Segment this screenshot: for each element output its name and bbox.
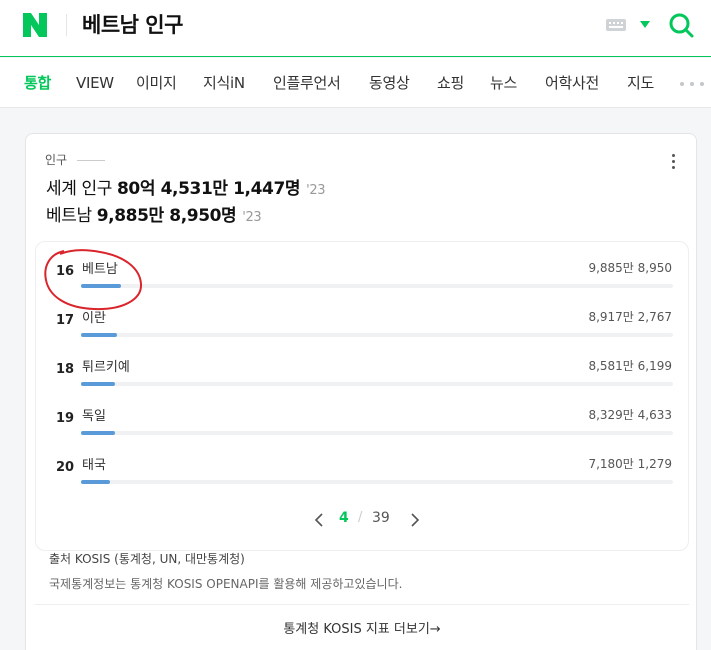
- pagination-total: 39: [372, 510, 390, 526]
- rank-bar-track: [81, 431, 673, 435]
- footer-divider: [35, 604, 689, 605]
- keyboard-icon[interactable]: [606, 19, 626, 31]
- rank-bar-track: [81, 382, 673, 386]
- kosis-more-link[interactable]: 통계청 KOSIS 지표 더보기→: [26, 620, 698, 640]
- ranking-row[interactable]: 17 이란 8,917만 2,767: [36, 297, 688, 346]
- world-population-prefix: 세계 인구: [46, 179, 112, 199]
- country-population-line: 베트남 9,885만 8,950명 '23: [46, 204, 262, 230]
- rank-number: 17: [56, 313, 75, 328]
- ranking-list: 16 베트남 9,885만 8,950 17 이란 8,917만 2,767 1…: [35, 241, 689, 551]
- ranking-row[interactable]: 20 태국 7,180만 1,279: [36, 444, 688, 493]
- kosis-more-label: 통계청 KOSIS 지표 더보기: [283, 622, 430, 637]
- rank-number: 19: [56, 411, 75, 426]
- rank-bar-fill: [81, 333, 117, 337]
- rank-country: 베트남: [82, 262, 118, 277]
- arrow-right-icon: →: [429, 622, 441, 637]
- search-header: 베트남 인구: [0, 0, 711, 57]
- rank-country: 튀르키예: [82, 360, 130, 375]
- source-note: 국제통계정보는 통계청 KOSIS OPENAPI를 활용해 제공하고있습니다.: [49, 577, 403, 591]
- chevron-right-icon[interactable]: [409, 512, 421, 528]
- tab-video[interactable]: 동영상: [369, 72, 410, 94]
- card-label: 인구: [45, 153, 68, 167]
- ranking-row[interactable]: 16 베트남 9,885만 8,950: [36, 248, 688, 311]
- rank-bar-fill: [81, 284, 121, 288]
- kebab-menu-icon[interactable]: [672, 154, 676, 170]
- rank-country: 이란: [82, 311, 106, 326]
- tab-dictionary[interactable]: 어학사전: [545, 72, 599, 94]
- world-population-value: 80억 4,531만 1,447명: [116, 179, 301, 199]
- caret-down-icon[interactable]: [640, 21, 650, 28]
- rank-value: 8,329만 4,633: [588, 408, 672, 422]
- pagination-separator: /: [358, 510, 363, 525]
- world-population-year: '23: [306, 183, 326, 198]
- card-label-line: [77, 160, 105, 161]
- rank-bar-track: [81, 480, 673, 484]
- search-tabs: 통합 VIEW 이미지 지식iN 인플루언서 동영상 쇼핑 뉴스 어학사전 지도: [0, 58, 711, 108]
- tab-influencer[interactable]: 인플루언서: [273, 72, 341, 94]
- tab-knowledge-in[interactable]: 지식iN: [203, 72, 245, 94]
- header-divider: [66, 14, 67, 36]
- country-population-prefix: 베트남: [46, 206, 92, 226]
- rank-country: 독일: [82, 409, 106, 424]
- ranking-row[interactable]: 18 튀르키예 8,581만 6,199: [36, 346, 688, 395]
- rank-value: 8,581만 6,199: [588, 359, 672, 373]
- rank-bar-fill: [81, 382, 116, 386]
- rank-number: 16: [56, 264, 75, 279]
- tab-shopping[interactable]: 쇼핑: [437, 72, 464, 94]
- naver-logo[interactable]: [23, 13, 47, 37]
- country-population-year: '23: [242, 210, 262, 225]
- tab-integrated[interactable]: 통합: [24, 72, 51, 94]
- rank-bar-track: [81, 284, 673, 288]
- ranking-row[interactable]: 19 독일 8,329만 4,633: [36, 395, 688, 444]
- pagination: 4 / 39: [36, 508, 688, 532]
- chevron-left-icon[interactable]: [313, 512, 325, 528]
- rank-value: 9,885만 8,950: [588, 261, 672, 275]
- tab-map[interactable]: 지도: [627, 72, 654, 94]
- tab-images[interactable]: 이미지: [136, 72, 177, 94]
- search-query-text[interactable]: 베트남 인구: [82, 10, 183, 40]
- rank-value: 7,180만 1,279: [588, 457, 672, 471]
- rank-value: 8,917만 2,767: [588, 310, 672, 324]
- world-population-line: 세계 인구 80억 4,531만 1,447명 '23: [46, 177, 325, 203]
- tab-news[interactable]: 뉴스: [490, 72, 517, 94]
- rank-country: 태국: [82, 458, 106, 473]
- rank-bar-track: [81, 333, 673, 337]
- rank-bar-fill: [81, 431, 115, 435]
- rank-number: 18: [56, 362, 75, 377]
- rank-bar-fill: [81, 480, 110, 484]
- tab-view[interactable]: VIEW: [76, 72, 114, 94]
- rank-number: 20: [56, 460, 75, 475]
- more-tabs-icon[interactable]: [680, 82, 706, 86]
- source-text: 출처 KOSIS (통계청, UN, 대만통계청): [49, 552, 245, 566]
- search-icon[interactable]: [668, 12, 694, 38]
- population-card: 인구 세계 인구 80억 4,531만 1,447명 '23 베트남 9,885만…: [25, 133, 697, 650]
- pagination-current: 4: [339, 510, 349, 526]
- country-population-value: 9,885만 8,950명: [96, 206, 237, 226]
